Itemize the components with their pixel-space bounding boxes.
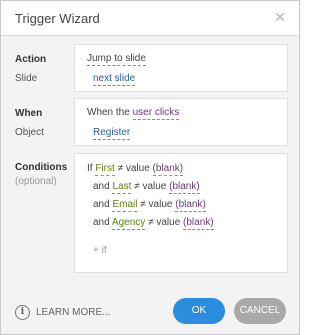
not-equal-operator[interactable]: ≠ [140,199,146,210]
cancel-button[interactable]: CANCEL [234,298,286,324]
condition-joiner: If [87,163,93,174]
when-prefix: When the [87,107,130,118]
condition-joiner[interactable]: and [93,199,110,210]
learn-more-link[interactable]: i LEARN MORE... [15,304,110,320]
condition-joiner[interactable]: and [93,181,110,192]
condition-field[interactable]: First [95,163,115,176]
not-equal-operator[interactable]: ≠ [134,181,140,192]
condition-value-type[interactable]: value [126,163,150,174]
condition-operand[interactable]: (blank) [183,217,214,230]
condition-value-type[interactable]: value [156,217,180,228]
object-label: Object [15,127,44,138]
condition-operand[interactable]: (blank) [152,163,184,176]
condition-row: If First ≠ value (blank) [87,163,184,176]
condition-field[interactable]: Agency [111,217,146,230]
slide-label: Slide [15,73,38,84]
info-icon: i [15,304,30,320]
learn-more-label: LEARN MORE... [36,306,111,318]
object-dropdown[interactable]: Register [93,127,131,140]
dialog-title: Trigger Wizard [15,11,100,26]
title-bar: Trigger Wizard ✕ [1,1,299,36]
condition-value-type[interactable]: value [149,199,173,210]
when-panel: When the user clicks Register [74,98,288,146]
condition-value-type[interactable]: value [142,181,166,192]
ok-button[interactable]: OK [173,298,225,324]
condition-operand[interactable]: (blank) [169,181,200,194]
condition-row: and Last ≠ value (blank) [93,181,200,194]
condition-operand[interactable]: (blank) [175,199,206,212]
conditions-optional-label: (optional) [15,176,57,187]
condition-row: and Agency ≠ value (blank) [93,217,214,230]
condition-row: and Email ≠ value (blank) [93,199,206,212]
condition-joiner[interactable]: and [93,217,110,228]
conditions-label: Conditions [15,162,68,173]
conditions-panel: If First ≠ value (blank) and Last ≠ valu… [74,153,288,273]
action-label: Action [15,54,47,65]
action-dropdown[interactable]: Jump to slide [87,53,146,66]
not-equal-operator[interactable]: ≠ [148,217,154,228]
when-label: When [15,108,43,119]
when-row: When the user clicks [87,107,180,120]
when-event-dropdown[interactable]: user clicks [132,107,180,120]
condition-field[interactable]: Last [112,181,132,194]
condition-field[interactable]: Email [112,199,138,212]
not-equal-operator[interactable]: ≠ [118,163,124,174]
slide-dropdown[interactable]: next slide [93,73,136,86]
add-condition-link[interactable]: + if [93,245,107,256]
action-panel: Jump to slide next slide [74,44,288,92]
trigger-wizard-dialog: Trigger Wizard ✕ Action Slide Jump to sl… [0,0,300,335]
close-icon[interactable]: ✕ [273,10,287,24]
